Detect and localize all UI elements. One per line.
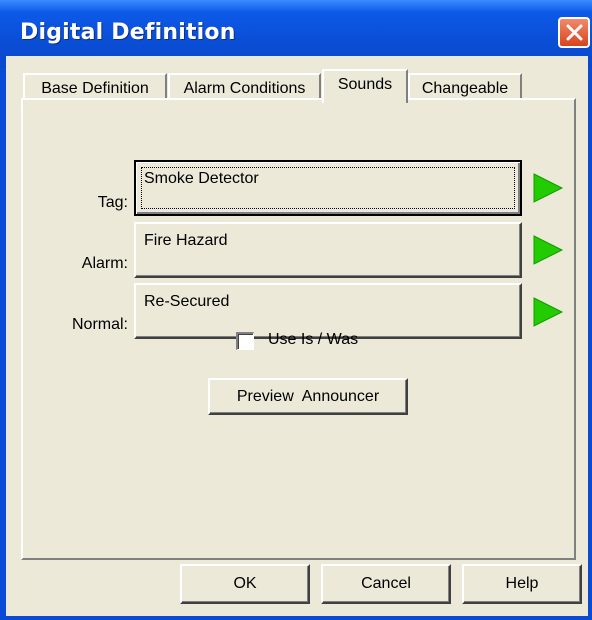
dialog-body: Base Definition Alarm Conditions Sounds … [6,56,588,616]
preview-announcer-button[interactable]: Preview Announcer [208,378,408,415]
use-is-was-label: Use Is / Was [268,331,359,348]
tag-sound-text: Smoke Detector [144,170,259,187]
normal-sound-text: Re-Secured [144,293,230,310]
sounds-tab-panel: Tag: Smoke Detector Alarm: Fire Hazard N… [21,98,576,560]
tag-label: Tag: [97,194,128,211]
alarm-sound-button[interactable]: Fire Hazard [134,222,522,278]
alarm-label: Alarm: [81,255,128,272]
ok-label: OK [233,575,257,592]
tab-label: Base Definition [41,80,149,97]
play-icon[interactable] [532,172,564,204]
use-is-was-checkbox[interactable] [236,332,254,350]
normal-label: Normal: [71,316,128,333]
tag-sound-button[interactable]: Smoke Detector [134,160,522,216]
close-button[interactable] [558,17,590,48]
ok-button[interactable]: OK [180,564,310,604]
help-label: Help [505,575,539,592]
close-icon [566,24,583,41]
tab-sounds[interactable]: Sounds [322,69,408,103]
help-button[interactable]: Help [462,564,582,604]
tab-label: Changeable [421,80,509,97]
tab-label: Alarm Conditions [183,80,306,97]
play-icon[interactable] [532,234,564,266]
cancel-button[interactable]: Cancel [321,564,451,604]
alarm-sound-text: Fire Hazard [144,232,228,249]
cancel-label: Cancel [361,575,411,592]
tab-label: Sounds [337,76,393,93]
play-icon[interactable] [532,296,564,328]
preview-announcer-label: Preview Announcer [236,388,380,405]
dialog-window: Digital Definition Base Definition Alarm… [0,0,592,620]
window-title: Digital Definition [20,20,236,45]
